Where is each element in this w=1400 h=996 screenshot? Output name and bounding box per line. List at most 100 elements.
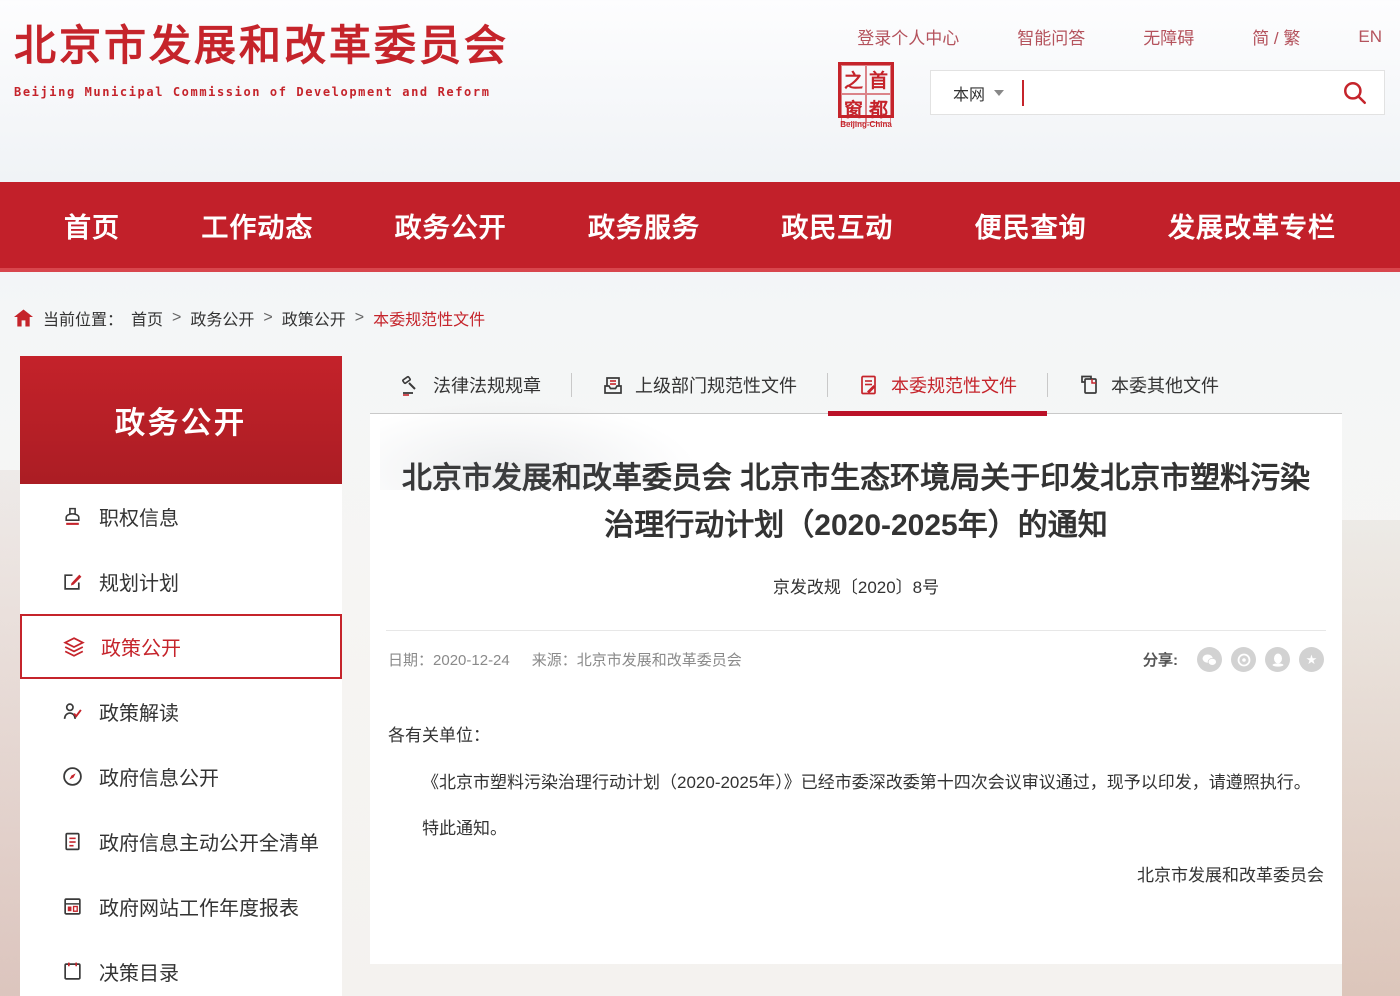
gavel-icon <box>400 374 422 396</box>
chevron-down-icon <box>994 90 1004 96</box>
site-title: 北京市发展和改革委员会 <box>14 12 509 73</box>
sidebar: 政务公开 职权信息 规划计划 政策公开 政策解读 <box>20 356 342 996</box>
share-widget: 分享: ★ <box>1143 647 1324 672</box>
tab-commission-other-documents[interactable]: 本委其他文件 <box>1048 356 1249 413</box>
nav-item-convenience-query[interactable]: 便民查询 <box>975 206 1087 245</box>
search-scope-label: 本网 <box>953 81 985 105</box>
breadcrumb-separator: > <box>172 309 181 327</box>
nav-item-home[interactable]: 首页 <box>64 206 120 245</box>
paragraph: 《北京市塑料污染治理行动计划（2020-2025年）》已经市委深改委第十四次会议… <box>388 765 1324 802</box>
weibo-share-icon[interactable] <box>1231 647 1256 672</box>
date-value: 2020-12-24 <box>433 652 510 669</box>
smart-qa-link[interactable]: 智能问答 <box>1017 24 1085 49</box>
tab-laws-regulations[interactable]: 法律法规规章 <box>370 356 571 413</box>
doc-pen-icon <box>858 374 880 396</box>
copy-docs-icon <box>1078 374 1100 396</box>
wechat-share-icon[interactable] <box>1197 647 1222 672</box>
search-bar: 本网 <box>930 70 1385 115</box>
sidebar-item-label: 规划计划 <box>99 567 179 596</box>
background-decor-left <box>0 470 20 996</box>
tab-superior-normative-documents[interactable]: 上级部门规范性文件 <box>572 356 827 413</box>
sidebar-item-label: 决策目录 <box>99 957 179 986</box>
breadcrumb-gov-affairs[interactable]: 政务公开 <box>190 306 254 330</box>
home-icon <box>14 309 33 327</box>
search-input[interactable] <box>1024 71 1326 114</box>
compass-icon <box>60 766 84 787</box>
seal-char: 都 <box>866 94 891 123</box>
breadcrumb-policy-open[interactable]: 政策公开 <box>282 306 346 330</box>
background-decor-right <box>1342 520 1400 996</box>
sidebar-item-label: 政策解读 <box>99 697 179 726</box>
breadcrumb-separator: > <box>263 309 272 327</box>
sidebar-item-label: 职权信息 <box>99 502 179 531</box>
plan-edit-icon <box>60 571 84 592</box>
star-share-icon[interactable]: ★ <box>1299 647 1324 672</box>
tab-label: 法律法规规章 <box>433 372 541 398</box>
sidebar-item-gov-info-open[interactable]: 政府信息公开 <box>20 744 342 809</box>
utility-links: 登录个人中心 智能问答 无障碍 简 / 繁 EN <box>799 24 1382 49</box>
sidebar-item-authority-info[interactable]: 职权信息 <box>20 484 342 549</box>
signature: 北京市发展和改革委员会 <box>388 858 1324 895</box>
nav-item-reform-column[interactable]: 发展改革专栏 <box>1168 206 1336 245</box>
source-label: 来源： <box>532 652 577 669</box>
sidebar-item-label: 政府网站工作年度报表 <box>99 892 299 921</box>
sidebar-item-label: 政策公开 <box>101 632 181 661</box>
accessibility-link[interactable]: 无障碍 <box>1143 24 1194 49</box>
sidebar-title: 政务公开 <box>115 398 247 442</box>
document-number: 京发改规〔2020〕8号 <box>386 573 1326 598</box>
layers-icon <box>62 636 86 658</box>
breadcrumb: 当前位置： 首页 > 政务公开 > 政策公开 > 本委规范性文件 <box>14 306 1400 330</box>
tab-label: 上级部门规范性文件 <box>635 372 797 398</box>
site-subtitle: Beijing Municipal Commission of Developm… <box>14 85 509 99</box>
tab-label: 本委规范性文件 <box>891 372 1017 398</box>
breadcrumb-prefix: 当前位置： <box>43 306 123 330</box>
document-tabs: 法律法规规章 上级部门规范性文件 本委规范性文件 本 <box>370 356 1342 414</box>
english-link[interactable]: EN <box>1358 27 1382 47</box>
interpretation-icon <box>60 701 84 722</box>
site-logo[interactable]: 北京市发展和改革委员会 Beijing Municipal Commission… <box>14 12 509 99</box>
paragraph: 特此通知。 <box>388 811 1324 848</box>
catalog-icon <box>60 961 84 982</box>
main-navigation: 首页 工作动态 政务公开 政务服务 政民互动 便民查询 发展改革专栏 <box>0 182 1400 272</box>
qq-share-icon[interactable] <box>1265 647 1290 672</box>
article-meta: 日期：2020-12-24 来源：北京市发展和改革委员会 分享: ★ <box>386 631 1326 672</box>
seal-icon: 之 首 窗 都 <box>838 62 894 118</box>
date-label: 日期： <box>388 652 433 669</box>
search-scope-dropdown[interactable]: 本网 <box>931 81 1004 105</box>
site-header: 北京市发展和改革委员会 Beijing Municipal Commission… <box>0 0 1400 182</box>
capital-window-seal-logo[interactable]: 之 首 窗 都 Beijing-China <box>835 62 897 129</box>
sidebar-item-website-annual-report[interactable]: 政府网站工作年度报表 <box>20 874 342 939</box>
content-area: 政务公开 职权信息 规划计划 政策公开 政策解读 <box>0 356 1400 996</box>
nav-item-interaction[interactable]: 政民互动 <box>781 206 893 245</box>
breadcrumb-separator: > <box>355 309 364 327</box>
search-icon <box>1342 80 1368 106</box>
stamp-icon <box>60 506 84 527</box>
list-doc-icon <box>60 831 84 852</box>
nav-item-gov-affairs[interactable]: 政务公开 <box>395 206 507 245</box>
tab-commission-normative-documents[interactable]: 本委规范性文件 <box>828 356 1047 413</box>
login-personal-center-link[interactable]: 登录个人中心 <box>857 24 959 49</box>
article-body: 各有关单位： 《北京市塑料污染治理行动计划（2020-2025年）》已经市委深改… <box>386 718 1326 894</box>
article: 北京市发展和改革委员会 北京市生态环境局关于印发北京市塑料污染治理行动计划（20… <box>370 414 1342 964</box>
search-button[interactable] <box>1326 80 1384 106</box>
breadcrumb-home[interactable]: 首页 <box>131 306 163 330</box>
breadcrumb-current: 本委规范性文件 <box>373 306 485 330</box>
date-source: 日期：2020-12-24 来源：北京市发展和改革委员会 <box>388 649 742 670</box>
seal-char: 首 <box>866 65 891 94</box>
seal-char: 窗 <box>841 94 866 123</box>
simplified-traditional-toggle[interactable]: 简 / 繁 <box>1252 24 1300 49</box>
nav-item-work-news[interactable]: 工作动态 <box>201 206 313 245</box>
sidebar-item-policy-interpretation[interactable]: 政策解读 <box>20 679 342 744</box>
sidebar-item-planning[interactable]: 规划计划 <box>20 549 342 614</box>
source-value: 北京市发展和改革委员会 <box>577 652 742 669</box>
sidebar-item-policy-open[interactable]: 政策公开 <box>20 614 342 679</box>
tab-label: 本委其他文件 <box>1111 372 1219 398</box>
sidebar-item-decision-catalog[interactable]: 决策目录 <box>20 939 342 996</box>
sidebar-item-label: 政府信息主动公开全清单 <box>99 827 319 856</box>
share-label: 分享: <box>1143 649 1178 670</box>
seal-caption: Beijing-China <box>835 120 897 129</box>
sidebar-item-proactive-disclosure-list[interactable]: 政府信息主动公开全清单 <box>20 809 342 874</box>
inbox-icon <box>602 374 624 396</box>
nav-item-gov-services[interactable]: 政务服务 <box>588 206 700 245</box>
sidebar-item-label: 政府信息公开 <box>99 762 219 791</box>
